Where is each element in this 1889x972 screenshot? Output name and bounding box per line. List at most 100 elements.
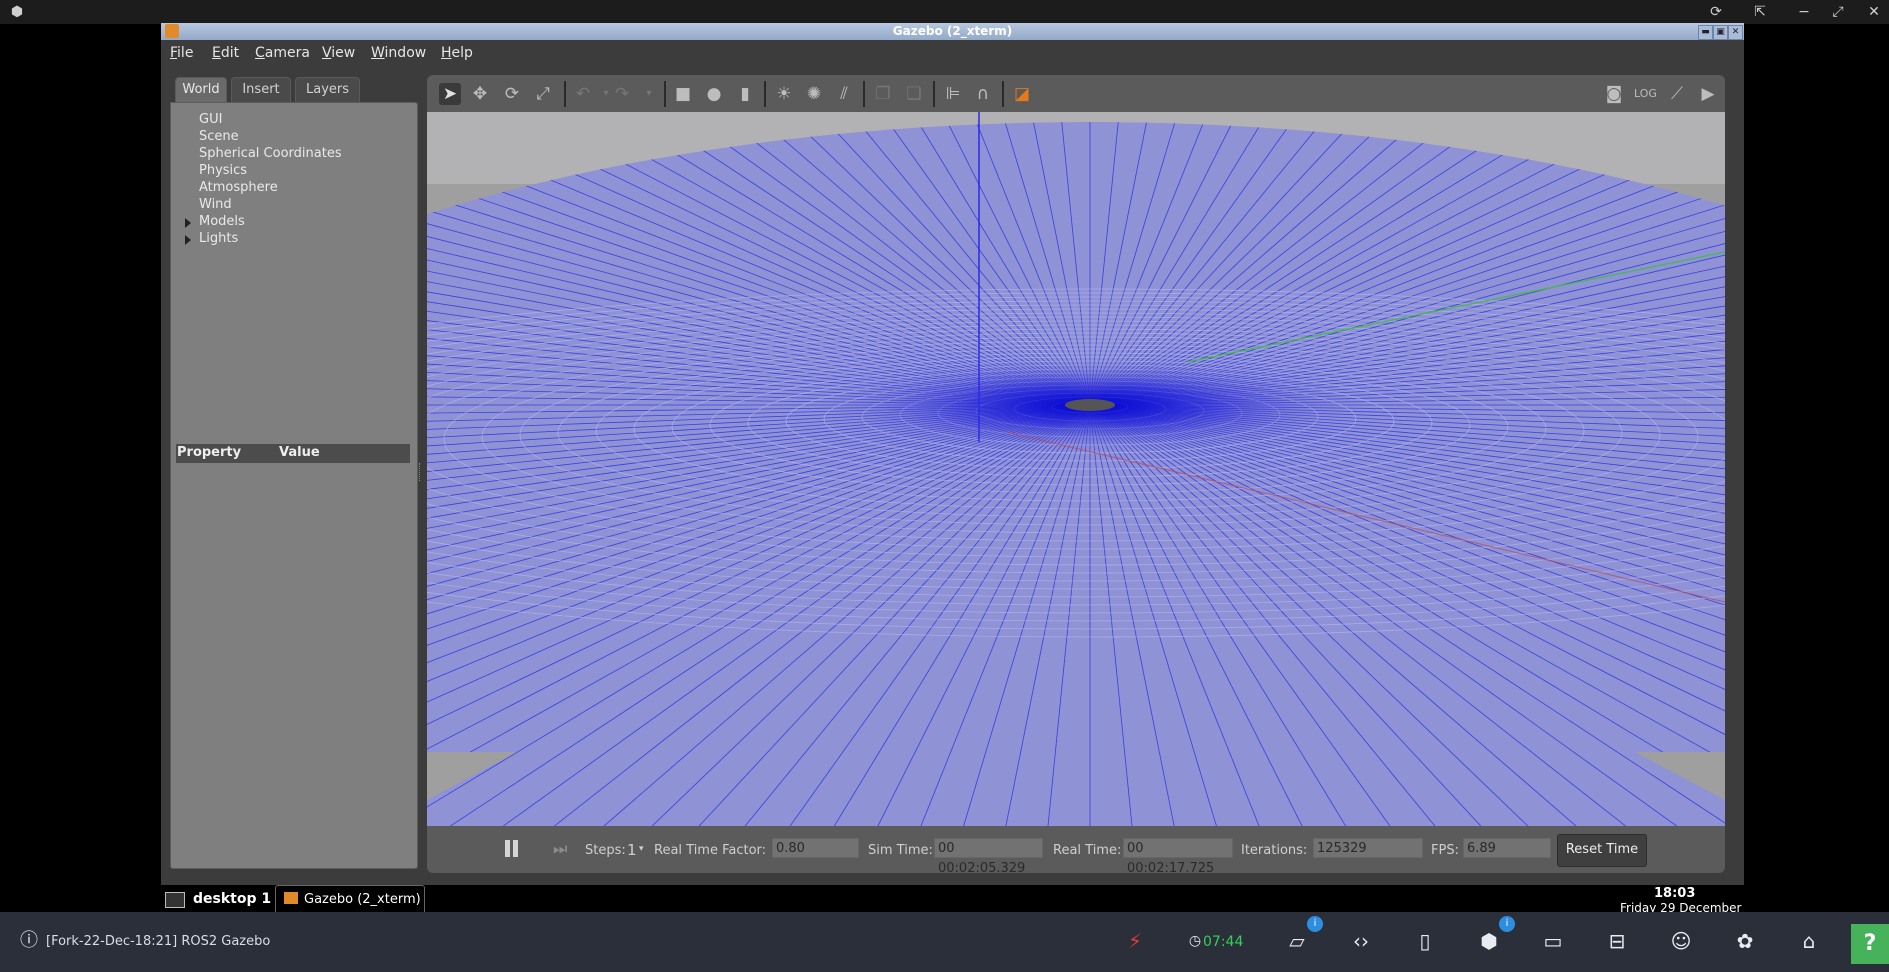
- directional-light-icon[interactable]: ⫽: [833, 83, 855, 105]
- pause-icon[interactable]: [505, 840, 510, 857]
- copy-icon[interactable]: ❐: [872, 83, 894, 105]
- real-time-factor-field: 0.80: [772, 838, 859, 858]
- splitter-handle[interactable]: [419, 463, 423, 481]
- minimize-icon[interactable]: −: [1795, 3, 1813, 21]
- steps-label: Steps:: [585, 843, 626, 858]
- notification-badge: i: [1307, 916, 1323, 932]
- package-icon[interactable]: ⬢: [1474, 926, 1504, 956]
- record-video-icon[interactable]: ▶: [1697, 83, 1719, 105]
- tree-item-models[interactable]: Models: [199, 214, 245, 229]
- ai-assistant-icon[interactable]: ✿: [1730, 926, 1760, 956]
- undo-icon[interactable]: ↶: [572, 83, 594, 105]
- scene-render: [427, 112, 1725, 826]
- plot-icon[interactable]: ⟋: [1666, 83, 1688, 105]
- scene-viewport[interactable]: [427, 112, 1725, 826]
- menu-bar: File Edit Camera View Window Help: [161, 40, 1744, 64]
- tree-item-scene[interactable]: Scene: [199, 129, 239, 144]
- menu-camera[interactable]: Camera: [255, 45, 310, 61]
- tab-layers[interactable]: Layers: [295, 77, 360, 102]
- menu-window[interactable]: Window: [371, 45, 426, 61]
- menu-window-label: indow: [384, 45, 427, 61]
- gazebo-logo-icon: [165, 24, 179, 38]
- redo-icon[interactable]: ↷: [611, 83, 633, 105]
- menu-file[interactable]: File: [170, 45, 193, 61]
- tab-world[interactable]: World: [175, 77, 227, 102]
- iterations-label: Iterations:: [1241, 843, 1308, 858]
- value-column-header: Value: [279, 445, 320, 460]
- window-titlebar[interactable]: Gazebo (2_xterm) ▬ ▣ ✕: [161, 23, 1744, 40]
- scene-origin-model: [1065, 399, 1115, 411]
- log-icon[interactable]: LOG: [1634, 83, 1657, 105]
- fps-label: FPS:: [1431, 843, 1459, 858]
- window-maximize-button[interactable]: ▣: [1713, 25, 1728, 40]
- steps-dropdown-icon[interactable]: ▾: [639, 844, 644, 854]
- book-icon[interactable]: ⊟: [1602, 926, 1632, 956]
- menu-view-mnemonic: V: [322, 45, 332, 61]
- expand-arrow-icon[interactable]: [185, 235, 191, 245]
- simulation-bar: ⏭ Steps: 1 ▾ Real Time Factor: 0.80 Sim …: [427, 826, 1725, 876]
- cylinder-icon[interactable]: ▮: [734, 83, 756, 105]
- expand-arrow-icon[interactable]: [185, 218, 191, 228]
- wifi-off-icon[interactable]: ⚡: [1120, 926, 1150, 956]
- spot-light-icon[interactable]: ✺: [803, 83, 825, 105]
- view-angle-icon[interactable]: ◪: [1011, 83, 1033, 105]
- toolbar-separator: [664, 81, 666, 107]
- real-time-factor-label: Real Time Factor:: [654, 843, 767, 858]
- menu-help[interactable]: Help: [441, 45, 473, 61]
- taskbar-item-gazebo[interactable]: Gazebo (2_xterm): [275, 885, 425, 915]
- menu-view[interactable]: View: [322, 45, 355, 61]
- menu-edit-label: dit: [220, 45, 240, 61]
- sphere-icon[interactable]: ●: [703, 83, 725, 105]
- snap-magnet-icon[interactable]: ∩: [972, 83, 994, 105]
- window-close-button[interactable]: ✕: [1728, 25, 1743, 40]
- app-cube-icon[interactable]: ⬢: [8, 3, 26, 21]
- refresh-icon[interactable]: ⟳: [1707, 3, 1725, 21]
- tree-item-atmosphere[interactable]: Atmosphere: [199, 180, 278, 195]
- window-minimize-button[interactable]: ▬: [1698, 25, 1713, 40]
- desktop-display-icon[interactable]: ▭: [1538, 926, 1568, 956]
- step-icon[interactable]: ⏭: [553, 839, 567, 859]
- scale-icon[interactable]: ⤢: [532, 83, 554, 105]
- clock-time: 18:03: [1654, 886, 1696, 901]
- steps-value[interactable]: 1: [627, 841, 637, 859]
- world-panel: GUI Scene Spherical Coordinates Physics …: [170, 102, 418, 869]
- align-icon[interactable]: ⊫: [942, 83, 964, 105]
- help-button[interactable]: ?: [1851, 924, 1889, 964]
- terminal-app-icon[interactable]: ▱: [1282, 926, 1312, 956]
- iterations-field: 125329: [1313, 838, 1423, 858]
- point-light-icon[interactable]: ☀: [773, 83, 795, 105]
- external-link-icon[interactable]: ⇱: [1751, 3, 1769, 21]
- notebook-icon[interactable]: ▯: [1410, 926, 1440, 956]
- info-icon[interactable]: ⓘ: [14, 926, 44, 956]
- toolbar-separator: [764, 81, 766, 107]
- host-bottom-bar: ⓘ [Fork-22-Dec-18:21] ROS2 Gazebo ⚡ ◷ 07…: [0, 912, 1889, 972]
- reset-time-button[interactable]: Reset Time: [1557, 834, 1647, 867]
- tree-item-gui[interactable]: GUI: [199, 112, 222, 127]
- translate-icon[interactable]: ✥: [469, 83, 491, 105]
- select-arrow-icon[interactable]: ➤: [439, 83, 461, 105]
- taskbar-item-label: Gazebo (2_xterm): [304, 892, 421, 907]
- tree-item-wind[interactable]: Wind: [199, 197, 232, 212]
- tree-item-physics[interactable]: Physics: [199, 163, 247, 178]
- home-icon[interactable]: ⌂: [1794, 926, 1824, 956]
- real-time-label: Real Time:: [1053, 843, 1122, 858]
- tree-item-spherical-coordinates[interactable]: Spherical Coordinates: [199, 146, 342, 161]
- code-icon[interactable]: ‹›: [1346, 926, 1376, 956]
- toolbar-separator: [564, 81, 566, 107]
- tab-insert[interactable]: Insert: [231, 77, 291, 102]
- fullscreen-icon[interactable]: ⤢: [1829, 3, 1847, 21]
- screenshot-icon[interactable]: ◙: [1603, 83, 1625, 105]
- paste-icon[interactable]: ❏: [903, 83, 925, 105]
- box-icon[interactable]: ■: [672, 83, 694, 105]
- fps-field: 6.89: [1463, 838, 1551, 858]
- desktop-label[interactable]: desktop 1: [193, 891, 271, 907]
- close-icon[interactable]: ✕: [1865, 3, 1883, 21]
- session-label: [Fork-22-Dec-18:21] ROS2 Gazebo: [46, 934, 271, 949]
- tree-item-lights[interactable]: Lights: [199, 231, 238, 246]
- menu-edit[interactable]: Edit: [212, 45, 239, 61]
- menu-camera-label: amera: [264, 45, 310, 61]
- rotate-icon[interactable]: ⟳: [501, 83, 523, 105]
- gazebo-logo-icon: [284, 892, 298, 904]
- redo-history-icon[interactable]: ▾: [638, 83, 660, 105]
- robot-icon[interactable]: ☺: [1666, 926, 1696, 956]
